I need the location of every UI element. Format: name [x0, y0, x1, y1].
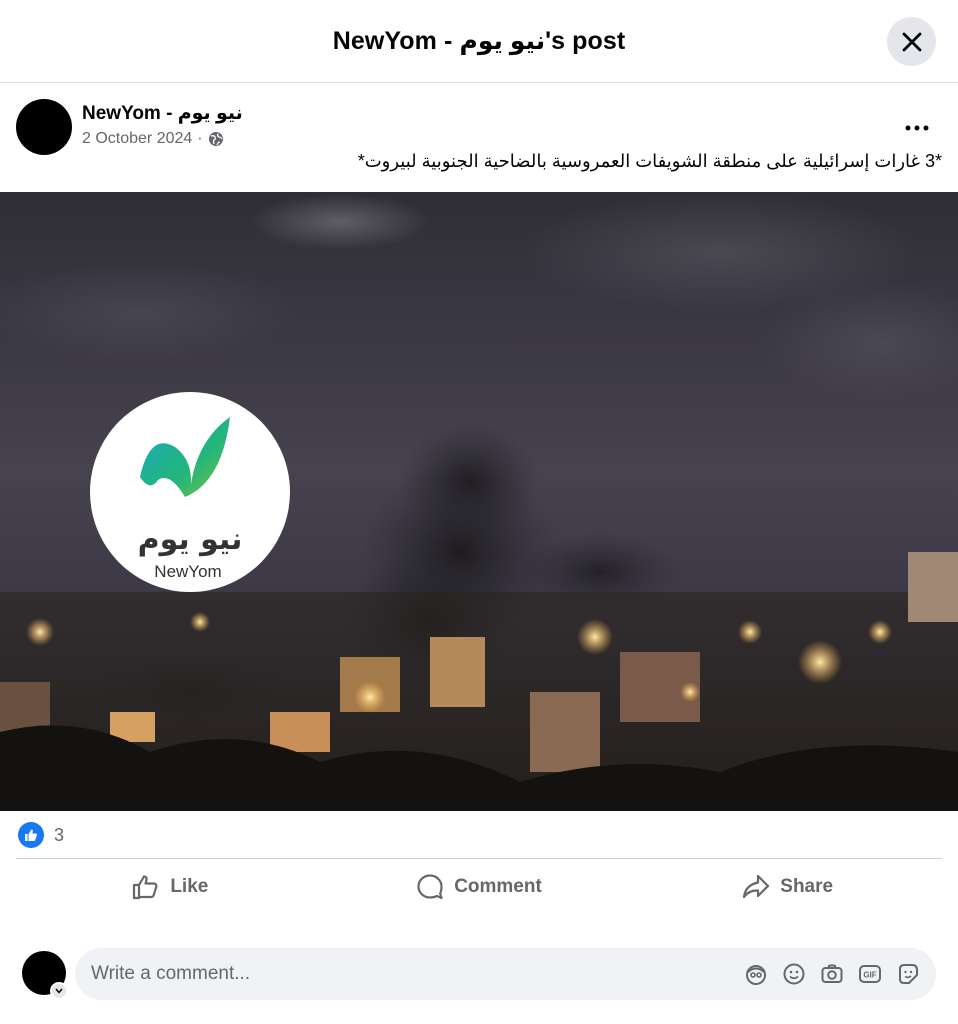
logo-arabic-text: نيو يوم [138, 522, 243, 557]
more-icon [905, 125, 929, 131]
thumbs-up-icon [133, 875, 158, 900]
comment-tools: GIF [744, 962, 920, 986]
avatar-dropdown[interactable] [50, 982, 68, 1000]
post-actions: Like Comment Share [16, 862, 942, 912]
close-button[interactable] [887, 17, 936, 66]
comment-label: Comment [454, 876, 542, 897]
svg-text:GIF: GIF [863, 971, 876, 980]
post-date[interactable]: 2 October 2024 [82, 130, 192, 148]
dialog-header: NewYom - نيو يوم's post [0, 0, 958, 83]
share-label: Share [780, 876, 834, 897]
meta-separator: · [197, 130, 203, 147]
camera-icon[interactable] [820, 962, 844, 986]
gif-icon[interactable]: GIF [858, 962, 882, 986]
author-avatar[interactable] [16, 99, 72, 155]
author-name[interactable]: NewYom - نيو يوم [82, 102, 243, 125]
dialog-title: NewYom - نيو يوم's post [332, 27, 626, 55]
sticker-icon[interactable] [896, 962, 920, 986]
reaction-summary[interactable]: 3 [18, 822, 64, 848]
more-options-button[interactable] [900, 111, 934, 145]
chevron-down-icon [55, 988, 63, 994]
like-label: Like [170, 876, 209, 897]
share-icon [743, 874, 770, 899]
emoji-icon[interactable] [782, 962, 806, 986]
post-photo[interactable]: نيو يوم NewYom [0, 192, 958, 811]
comment-input[interactable] [91, 963, 744, 985]
actions-divider [16, 858, 942, 859]
like-button[interactable]: Like [16, 862, 325, 912]
share-button[interactable]: Share [633, 862, 942, 912]
comment-button[interactable]: Comment [325, 862, 634, 912]
logo-latin-text: NewYom [154, 562, 221, 581]
post-text: *3 غارات إسرائيلية على منطقة الشويفات ال… [357, 151, 942, 171]
post-header: NewYom - نيو يوم 2 October 2024 · *3 غار… [0, 83, 958, 191]
avatar-sticker-icon[interactable] [744, 962, 768, 986]
post-meta: 2 October 2024 · [82, 130, 224, 148]
post-dialog: NewYom - نيو يوم's post NewYom - نيو يوم… [0, 0, 958, 1024]
reaction-count: 3 [54, 824, 65, 845]
night-city-image: نيو يوم NewYom [0, 192, 958, 811]
comment-icon [417, 874, 443, 900]
like-icon [18, 822, 44, 848]
close-icon [902, 32, 921, 51]
comment-box[interactable]: GIF [75, 948, 936, 1000]
comment-composer: GIF [0, 948, 958, 1000]
globe-icon [208, 132, 223, 146]
